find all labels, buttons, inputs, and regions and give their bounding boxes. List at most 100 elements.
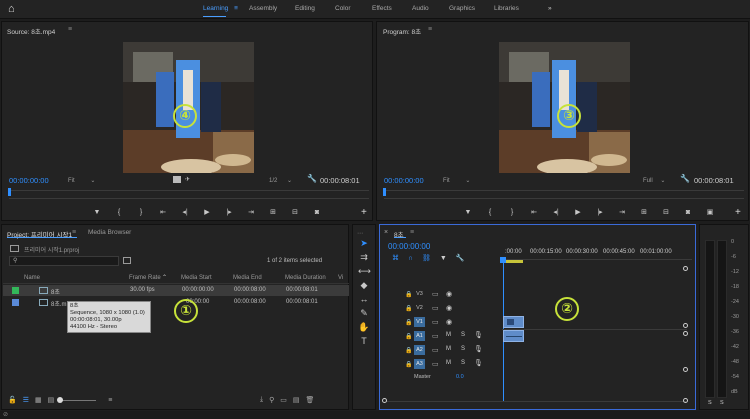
play-icon[interactable]: ▶ [573, 208, 583, 216]
scroll-handle[interactable] [683, 323, 688, 328]
timeline-settings-icon[interactable]: 🔧 [456, 254, 465, 262]
track-select-tool-icon[interactable]: ⇉ [358, 251, 370, 263]
list-view-icon[interactable]: ☰ [23, 396, 29, 404]
eye-icon[interactable]: ◉ [446, 290, 452, 298]
panel-menu-icon[interactable]: ≡ [428, 26, 432, 33]
scroll-handle[interactable] [683, 367, 688, 372]
go-to-in-icon[interactable]: ⇤ [158, 208, 168, 216]
program-fit-select[interactable]: Fit ⌄ [443, 177, 470, 184]
column-header-media-duration[interactable]: Media Duration [285, 275, 326, 281]
master-volume-value[interactable]: 0.0 [456, 374, 464, 380]
timeline-ruler[interactable]: :00:00 00:00:15:00 00:00:30:00 00:00:45:… [502, 248, 692, 260]
type-tool-icon[interactable]: T [358, 335, 370, 347]
solo-button[interactable]: S [461, 360, 465, 366]
program-resolution-select[interactable]: Full ⌄ [643, 177, 665, 184]
export-frame-icon[interactable]: ◙ [683, 209, 693, 216]
insert-icon[interactable]: ⊞ [268, 208, 278, 216]
lock-icon[interactable]: 🔒 [405, 291, 412, 298]
scroll-handle[interactable] [683, 331, 688, 336]
source-timecode-in[interactable]: 00:00:00:00 [9, 176, 49, 185]
add-marker-icon[interactable]: ▼ [440, 255, 447, 262]
icon-view-icon[interactable]: ▦ [35, 396, 42, 404]
panel-menu-icon[interactable]: ≡ [72, 229, 76, 236]
track-label-v2[interactable]: V2 [414, 305, 425, 311]
scroll-handle[interactable] [683, 266, 688, 271]
selection-tool-icon[interactable]: ➤ [358, 237, 370, 249]
source-time-ruler[interactable] [9, 190, 369, 191]
add-marker-icon[interactable]: ▼ [463, 209, 473, 216]
trash-icon[interactable]: 🗑 [306, 396, 315, 404]
audio-clip[interactable] [503, 330, 524, 342]
workspace-tab-color[interactable]: Color [335, 5, 351, 12]
source-fit-select[interactable]: Fit ⌄ [68, 177, 95, 184]
zoom-handle-left[interactable] [382, 398, 387, 403]
eye-icon[interactable]: ◉ [446, 318, 452, 326]
freeform-view-icon[interactable]: ▤ [48, 396, 55, 404]
ripple-edit-tool-icon[interactable]: ⟷ [358, 265, 371, 277]
workspace-tab-graphics[interactable]: Graphics [449, 5, 475, 12]
workspace-tab-effects[interactable]: Effects [372, 5, 392, 12]
new-item-icon[interactable]: ▤ [293, 396, 300, 404]
zoom-handle-right[interactable] [683, 398, 688, 403]
comparison-view-icon[interactable]: ▣ [705, 208, 715, 216]
zoom-slider[interactable] [57, 396, 97, 403]
microphone-icon[interactable]: 🎙 [474, 345, 483, 353]
nest-icon[interactable]: ⌘ [392, 254, 399, 262]
new-bin-icon[interactable]: ▭ [280, 396, 287, 404]
workspace-tab-audio[interactable]: Audio [412, 5, 429, 12]
pen-tool-icon[interactable]: ✎ [358, 307, 370, 319]
track-label-a3[interactable]: A3 [414, 359, 425, 369]
label-color-swatch[interactable] [12, 287, 19, 294]
extract-icon[interactable]: ⊟ [661, 208, 671, 216]
program-playhead[interactable] [383, 188, 386, 196]
mute-button[interactable]: M [446, 332, 451, 338]
mute-button[interactable]: M [446, 360, 451, 366]
program-timecode-in[interactable]: 00:00:00:00 [384, 176, 424, 185]
timeline-zoom-bar[interactable] [386, 401, 686, 402]
workspace-tab-libraries[interactable]: Libraries [494, 5, 519, 12]
panel-menu-icon[interactable]: ≡ [68, 26, 72, 33]
step-forward-icon[interactable]: |▸ [595, 208, 605, 216]
workspace-menu-icon[interactable]: ≡ [234, 5, 238, 12]
source-playhead[interactable] [8, 188, 11, 196]
program-time-ruler[interactable] [384, 190, 744, 191]
sync-lock-icon[interactable]: ▭ [432, 290, 439, 298]
automate-to-sequence-icon[interactable]: ⤓ [260, 396, 263, 404]
export-frame-icon[interactable]: ◙ [312, 209, 322, 216]
mark-out-icon[interactable]: } [136, 209, 146, 216]
find-icon[interactable]: ⚲ [269, 396, 274, 404]
sync-lock-icon[interactable]: ▭ [432, 304, 439, 312]
sync-lock-icon[interactable]: ▭ [432, 360, 439, 368]
sort-icons-icon[interactable]: ≡ [108, 397, 112, 404]
microphone-icon[interactable]: 🎙 [474, 331, 483, 339]
playhead-handle[interactable] [500, 257, 506, 263]
drag-video-icon[interactable]: ✈ [185, 176, 190, 183]
linked-selection-icon[interactable]: ⛓ [422, 254, 431, 262]
mute-button[interactable]: M [446, 346, 451, 352]
column-header-video[interactable]: Vi [338, 275, 343, 281]
solo-left-button[interactable]: S [708, 400, 712, 406]
track-label-v3[interactable]: V3 [414, 291, 425, 297]
mark-in-icon[interactable]: { [114, 209, 124, 216]
step-back-icon[interactable]: ◂| [551, 208, 561, 216]
program-monitor-title[interactable]: Program: 8초 [383, 26, 421, 36]
source-zoom-bar[interactable] [9, 198, 369, 199]
sync-lock-icon[interactable]: ▭ [432, 346, 439, 354]
home-icon[interactable]: ⌂ [8, 3, 21, 16]
eye-icon[interactable]: ◉ [446, 304, 452, 312]
mark-out-icon[interactable]: } [507, 209, 517, 216]
step-forward-icon[interactable]: |▸ [224, 208, 234, 216]
solo-right-button[interactable]: S [720, 400, 724, 406]
go-to-in-icon[interactable]: ⇤ [529, 208, 539, 216]
add-button-icon[interactable]: + [361, 207, 367, 218]
hand-tool-icon[interactable]: ✋ [358, 321, 370, 333]
video-clip[interactable] [503, 316, 524, 328]
column-header-frame-rate[interactable]: Frame Rate [129, 275, 161, 281]
panel-menu-icon[interactable]: ≡ [410, 229, 414, 236]
slip-tool-icon[interactable]: ↔ [358, 293, 370, 305]
solo-button[interactable]: S [461, 346, 465, 352]
new-bin-from-search-icon[interactable] [123, 257, 131, 264]
table-row[interactable]: 8초 30.00 fps 00:00:00:00 00:00:08:00 00:… [3, 285, 349, 296]
microphone-icon[interactable]: 🎙 [474, 359, 483, 367]
work-area-bar[interactable] [503, 260, 523, 263]
